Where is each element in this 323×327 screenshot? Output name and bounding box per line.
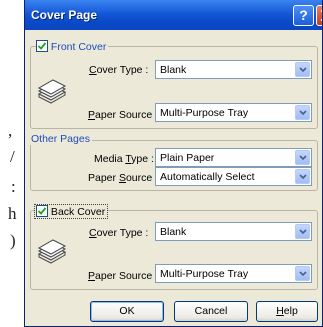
dropdown-button[interactable]: [295, 62, 310, 77]
chevron-down-icon: [299, 155, 307, 161]
media-type-select[interactable]: Plain Paper: [155, 148, 312, 167]
front-cover-label[interactable]: Front Cover: [51, 41, 106, 53]
dialog-title: Cover Page: [31, 8, 98, 22]
dropdown-button[interactable]: [295, 224, 310, 239]
back-cover-type-select[interactable]: Blank: [155, 222, 312, 241]
question-mark-icon: ?: [299, 7, 308, 23]
cover-page-dialog: Cover Page ? Front Cover Cover Type : Bl…: [24, 0, 323, 327]
back-cover-type-value: Blank: [160, 226, 187, 238]
chevron-down-icon: [299, 110, 307, 116]
cancel-button[interactable]: Cancel: [174, 301, 248, 322]
other-paper-source-value: Automatically Select: [160, 171, 255, 183]
back-paper-source-value: Multi-Purpose Tray: [160, 268, 249, 280]
other-paper-source-select[interactable]: Automatically Select: [155, 167, 312, 186]
back-cover-legend: Back Cover: [34, 204, 109, 219]
back-cover-label[interactable]: Back Cover: [51, 206, 105, 218]
checkmark-icon: [37, 42, 47, 50]
background-text-fragment: /: [10, 147, 15, 166]
chevron-down-icon: [299, 229, 307, 235]
close-button[interactable]: [316, 5, 322, 26]
media-type-value: Plain Paper: [160, 152, 215, 164]
dropdown-button[interactable]: [295, 266, 310, 281]
back-paper-source-select[interactable]: Multi-Purpose Tray: [155, 264, 312, 283]
paper-stack-icon: [37, 239, 67, 264]
dropdown-button[interactable]: [295, 105, 310, 120]
help-button[interactable]: Help: [256, 301, 318, 322]
front-cover-type-value: Blank: [160, 64, 187, 76]
dropdown-button[interactable]: [295, 169, 310, 184]
media-type-label: Media Type :: [94, 153, 154, 165]
background-text-fragment: ,: [8, 121, 13, 140]
front-paper-source-value: Multi-Purpose Tray: [160, 107, 249, 119]
front-cover-legend: Front Cover: [36, 40, 109, 53]
background-text-fragment: :: [11, 177, 16, 196]
chevron-down-icon: [299, 174, 307, 180]
background-text-fragment: ): [10, 231, 16, 250]
front-cover-type-label: Cover Type :: [89, 64, 149, 76]
back-cover-type-label: Cover Type :: [89, 227, 149, 239]
front-cover-checkbox[interactable]: [36, 40, 48, 52]
dropdown-button[interactable]: [295, 150, 310, 165]
front-paper-source-select[interactable]: Multi-Purpose Tray: [155, 103, 312, 122]
other-paper-source-label: Paper Source :: [88, 172, 159, 184]
background-text-fragment: h: [8, 204, 17, 223]
chevron-down-icon: [299, 67, 307, 73]
title-bar[interactable]: Cover Page ?: [25, 0, 322, 30]
checkmark-icon: [37, 207, 47, 215]
title-help-button[interactable]: ?: [293, 5, 314, 26]
other-pages-legend: Other Pages: [29, 133, 92, 145]
close-icon: [320, 9, 322, 22]
paper-stack-icon: [37, 79, 67, 104]
chevron-down-icon: [299, 271, 307, 277]
back-cover-checkbox[interactable]: [36, 205, 48, 217]
ok-button[interactable]: OK: [90, 301, 164, 322]
back-paper-source-label: Paper Source :: [88, 270, 159, 282]
front-paper-source-label: Paper Source :: [88, 109, 159, 121]
front-cover-type-select[interactable]: Blank: [155, 60, 312, 79]
